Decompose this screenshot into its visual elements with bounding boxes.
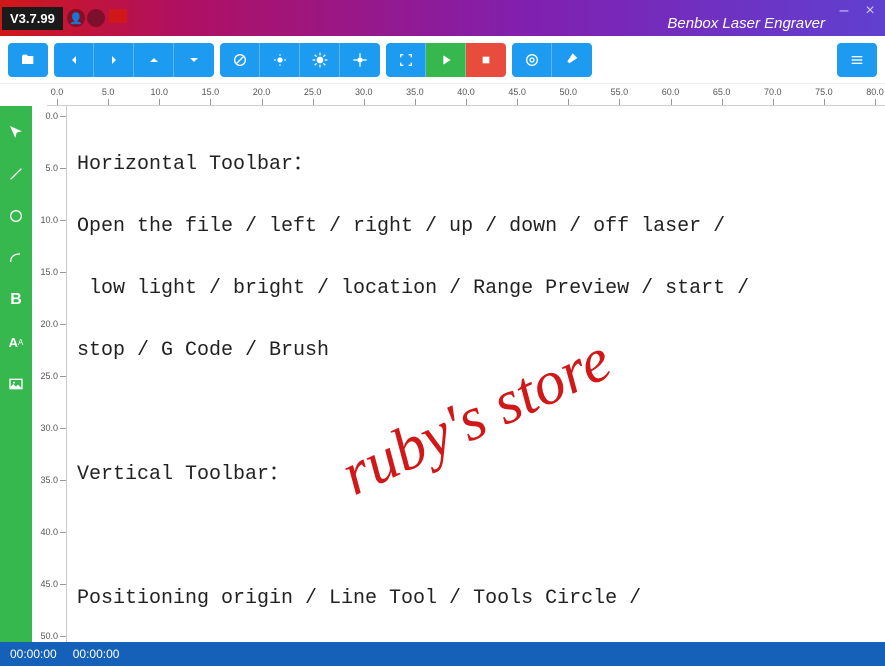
titlebar: V3.7.99 👤 ⓘ Benbox Laser Engraver – ×: [0, 0, 885, 36]
direction-group: [54, 43, 214, 77]
title-icons: 👤 ⓘ: [67, 9, 127, 27]
vertical-ruler: 0.05.010.015.020.025.030.035.040.045.050…: [32, 106, 67, 642]
off-laser-button[interactable]: [220, 43, 260, 77]
brush-button[interactable]: [552, 43, 592, 77]
window-controls: – ×: [837, 4, 877, 18]
close-button[interactable]: ×: [863, 4, 877, 18]
user-icon[interactable]: 👤: [67, 9, 85, 27]
menu-button[interactable]: [837, 43, 877, 77]
horizontal-toolbar: [0, 36, 885, 84]
laser-group: [220, 43, 380, 77]
right-button[interactable]: [94, 43, 134, 77]
status-time-1: 00:00:00: [10, 647, 57, 661]
info-icon[interactable]: ⓘ: [87, 9, 105, 27]
bright-button[interactable]: [300, 43, 340, 77]
status-time-2: 00:00:00: [73, 647, 120, 661]
minimize-button[interactable]: –: [837, 4, 851, 18]
range-preview-button[interactable]: [386, 43, 426, 77]
extra-group: [512, 43, 592, 77]
statusbar: 00:00:00 00:00:00: [0, 642, 885, 666]
location-button[interactable]: [340, 43, 380, 77]
curve-tool[interactable]: B: [6, 290, 26, 310]
stop-button[interactable]: [466, 43, 506, 77]
app-title: Benbox Laser Engraver: [667, 15, 825, 32]
line-tool[interactable]: [6, 164, 26, 184]
canvas-area[interactable]: Horizontal Toolbar： Open the file / left…: [67, 106, 885, 642]
circle-tool[interactable]: [6, 206, 26, 226]
origin-tool[interactable]: [6, 122, 26, 142]
text-tool[interactable]: AA: [6, 332, 26, 352]
horizontal-ruler: 0.05.010.015.020.025.030.035.040.045.050…: [47, 84, 885, 106]
gcode-button[interactable]: [512, 43, 552, 77]
open-file-button[interactable]: [8, 43, 48, 77]
down-button[interactable]: [174, 43, 214, 77]
low-light-button[interactable]: [260, 43, 300, 77]
vertical-toolbar: B AA: [0, 106, 32, 642]
start-button[interactable]: [426, 43, 466, 77]
left-button[interactable]: [54, 43, 94, 77]
arc-tool[interactable]: [6, 248, 26, 268]
canvas-text: Horizontal Toolbar： Open the file / left…: [77, 118, 875, 642]
run-group: [386, 43, 506, 77]
up-button[interactable]: [134, 43, 174, 77]
flag-icon[interactable]: [109, 9, 127, 23]
picture-tool[interactable]: [6, 374, 26, 394]
version-badge: V3.7.99: [2, 7, 63, 30]
